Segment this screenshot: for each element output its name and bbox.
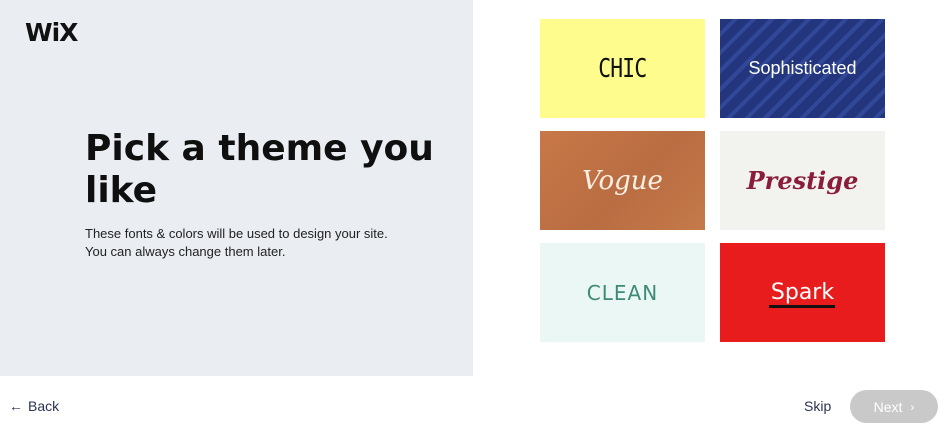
- wix-logo: WiX: [25, 18, 78, 47]
- theme-label-clean: CLEAN: [586, 280, 659, 305]
- theme-label-prestige: Prestige: [746, 166, 859, 195]
- theme-card-chic[interactable]: CHIC: [540, 19, 705, 118]
- back-label: Back: [28, 398, 60, 414]
- skip-button[interactable]: Skip: [804, 398, 831, 414]
- description-line-1: These fonts & colors will be used to des…: [85, 226, 388, 241]
- back-button[interactable]: ← Back: [9, 398, 59, 414]
- footer-bar: ← Back Skip Next ›: [0, 376, 947, 432]
- arrow-left-icon: ←: [9, 398, 23, 414]
- page-title: Pick a theme you like: [85, 128, 434, 211]
- theme-label-chic: CHIC: [598, 53, 647, 84]
- theme-card-clean[interactable]: CLEAN: [540, 243, 705, 342]
- theme-card-spark[interactable]: Spark: [720, 243, 885, 342]
- intro-panel: WiX Pick a theme you like These fonts & …: [0, 0, 473, 376]
- chevron-right-icon: ›: [910, 399, 915, 414]
- spark-underline: [769, 305, 835, 308]
- theme-label-sophisticated: Sophisticated: [748, 58, 857, 78]
- theme-label-vogue: Vogue: [582, 165, 663, 196]
- next-button[interactable]: Next ›: [850, 390, 938, 423]
- description-line-2: You can always change them later.: [85, 244, 286, 259]
- theme-card-vogue[interactable]: Vogue: [540, 131, 705, 230]
- theme-card-sophisticated[interactable]: Sophisticated: [720, 19, 885, 118]
- theme-card-prestige[interactable]: Prestige: [720, 131, 885, 230]
- theme-label-spark: Spark: [770, 280, 835, 305]
- next-label: Next: [873, 398, 903, 415]
- page-description: These fonts & colors will be used to des…: [85, 225, 415, 261]
